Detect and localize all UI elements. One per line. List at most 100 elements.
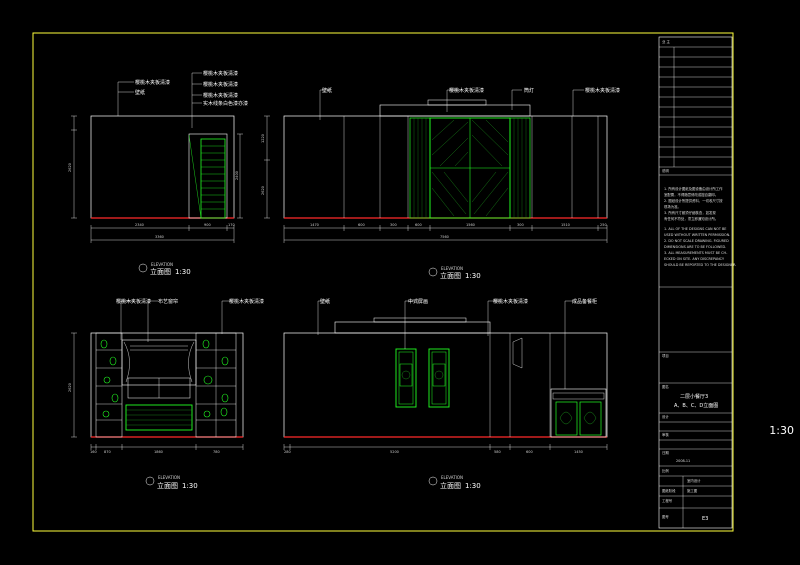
notes-en-line: 1. ALL OF THE DESIGNS CAN NOT BE	[664, 227, 726, 231]
notes-en-line: USED WITHOUT WRITTEN PERMISSION.	[664, 233, 730, 237]
wall-outline	[283, 115, 608, 219]
elevation-marker	[428, 267, 438, 277]
dimension: 250	[600, 223, 607, 227]
dimension: 580	[494, 450, 501, 454]
notes-en-line: DIMENSIONS ARE TO BE FOLLOWED.	[664, 245, 726, 249]
dimension: 1470	[310, 223, 319, 227]
elevation-title: 立面图	[150, 267, 171, 276]
elevation-subtitle: ELEVATION	[151, 262, 173, 267]
elevation-d: 壁纸 中式屏画 樱桃木夹板清漆 成品备餐柜 280 5200 580 600 1…	[283, 298, 608, 490]
dimension: 780	[213, 450, 220, 454]
dimension: 300	[517, 223, 524, 227]
elevation-subtitle: ELEVATION	[441, 266, 463, 271]
dimension: 170	[228, 223, 235, 227]
dimension: 1450	[574, 450, 583, 454]
note: 中式屏画	[408, 298, 428, 305]
drawing-name: 二层小餐厅3	[680, 393, 708, 400]
owner-label: 业 主	[662, 39, 670, 44]
dimension: 280	[284, 450, 291, 454]
elevation-scale: 1:30	[465, 272, 481, 280]
elevation-subtitle: ELEVATION	[441, 475, 463, 480]
note: 樱桃木夹板清漆	[449, 87, 484, 94]
title-block	[659, 46, 732, 528]
door-frame	[188, 133, 228, 219]
elevation-marker	[145, 476, 155, 486]
sheet-border	[32, 32, 734, 532]
drawing-name-sub: A、B、C、D立面图	[674, 402, 718, 409]
note: 樱桃木夹板清漆	[116, 298, 151, 305]
elevation-title: 立面图	[157, 481, 178, 490]
notes-cn-line: 1. 所有设计图纸及图设备由设计所工作	[664, 186, 723, 191]
note: 樱桃木夹板清漆	[493, 298, 528, 305]
notes-cn-line: 现场为准。	[664, 204, 681, 209]
dimension: 1860	[154, 450, 163, 454]
sideboard-cabinet	[550, 388, 607, 438]
scale-label: 比例	[662, 468, 669, 473]
sheet-number: E3	[702, 516, 708, 522]
dimension: 2620	[68, 163, 72, 172]
dimension: 870	[104, 450, 111, 454]
elevation-marker	[138, 263, 148, 273]
note: 壁纸	[320, 298, 330, 305]
note: 壁纸	[322, 87, 332, 94]
note: 樱桃木夹板清漆	[203, 81, 238, 88]
notes-cn-line: 室配置，不得随意修改或擅自翻印。	[664, 192, 718, 197]
date-value: 2008-11	[676, 459, 690, 463]
notes-en-line: 3. ALL MEASUREMENTS MUST BE CH-	[664, 251, 728, 255]
note: 筒灯	[524, 87, 534, 94]
notes-label: 说明	[662, 168, 669, 173]
type-label: 室内设计	[687, 478, 701, 483]
stage-label: 图纸阶段	[662, 488, 676, 493]
dimension: 5200	[390, 450, 399, 454]
elevation-c: 樱桃木夹板清漆 布艺窗帘 樱桃木夹板清漆 2620 160 870 1860 7…	[68, 298, 264, 490]
note: 实木线条白色漆亦漆	[203, 100, 248, 107]
dimension: 7560	[440, 235, 449, 239]
elevation-title: 立面图	[440, 481, 461, 490]
elevation-subtitle: ELEVATION	[158, 475, 180, 480]
dimension: 900	[204, 223, 211, 227]
dimension: 160	[90, 450, 97, 454]
elevation-scale: 1:30	[465, 482, 481, 490]
notes-en-line: SHOULD BE REPORTED TO THE DESIGNER.	[664, 263, 736, 267]
note: 成品备餐柜	[572, 298, 597, 305]
dimension: 600	[415, 223, 422, 227]
note: 樱桃木夹板清漆	[203, 92, 238, 99]
dimension: 1220	[261, 134, 265, 143]
elevation-scale: 1:30	[175, 268, 191, 276]
drawing-name-label: 图名	[662, 384, 669, 389]
job-label: 工程号	[662, 498, 673, 503]
elevation-scale: 1:30	[182, 482, 198, 490]
dimension: 2400	[235, 171, 239, 180]
title-block-frame	[658, 36, 733, 529]
note: 樱桃木夹板清漆	[203, 70, 238, 77]
notes-en-line: ECKED ON SITE. ANY DISCREPANCY	[664, 257, 725, 261]
stage-value: 施工图	[687, 488, 698, 493]
dimension: 1560	[466, 223, 475, 227]
dimension: 600	[526, 450, 533, 454]
door-panel	[200, 138, 226, 219]
elevation-b: 壁纸 樱桃木夹板清漆 筒灯 樱桃木夹板清漆 1220 2620 1470 600…	[261, 87, 620, 280]
project-label: 项目	[662, 354, 669, 358]
sheet-label: 图号	[662, 514, 669, 519]
elevation-marker	[428, 476, 438, 486]
sideboard	[125, 404, 193, 431]
check-label: 审核	[662, 432, 669, 437]
zoom-readout: 1:30	[769, 424, 794, 437]
dimension: 600	[358, 223, 365, 227]
note: 樱桃木夹板清漆	[585, 87, 620, 94]
note: 樱桃木夹板清漆	[135, 79, 170, 86]
dimension: 300	[390, 223, 397, 227]
note: 壁纸	[135, 89, 145, 96]
elevation-title: 立面图	[440, 271, 461, 280]
designer-label: 设计	[662, 414, 669, 419]
notes-cn-line: 3. 所有尺寸都须仔细核查，如发现	[664, 210, 716, 215]
dimension: 3360	[155, 235, 164, 239]
notes-en-line: 2. DO NOT SCALE DRAWING. FIGURED	[664, 239, 729, 243]
notes-cn-line: 有任何不符处，须立即通知设计所。	[664, 216, 718, 221]
dimension: 2340	[135, 223, 144, 227]
cad-drawing-canvas: 樱桃木夹板清漆 壁纸 樱桃木夹板清漆 樱桃木夹板清漆 樱桃木夹板清漆 实木线条白…	[32, 32, 736, 532]
note: 樱桃木夹板清漆	[229, 298, 264, 305]
date-label: 日期	[662, 450, 669, 455]
dimension: 2620	[261, 186, 265, 195]
dimension: 2620	[68, 383, 72, 392]
